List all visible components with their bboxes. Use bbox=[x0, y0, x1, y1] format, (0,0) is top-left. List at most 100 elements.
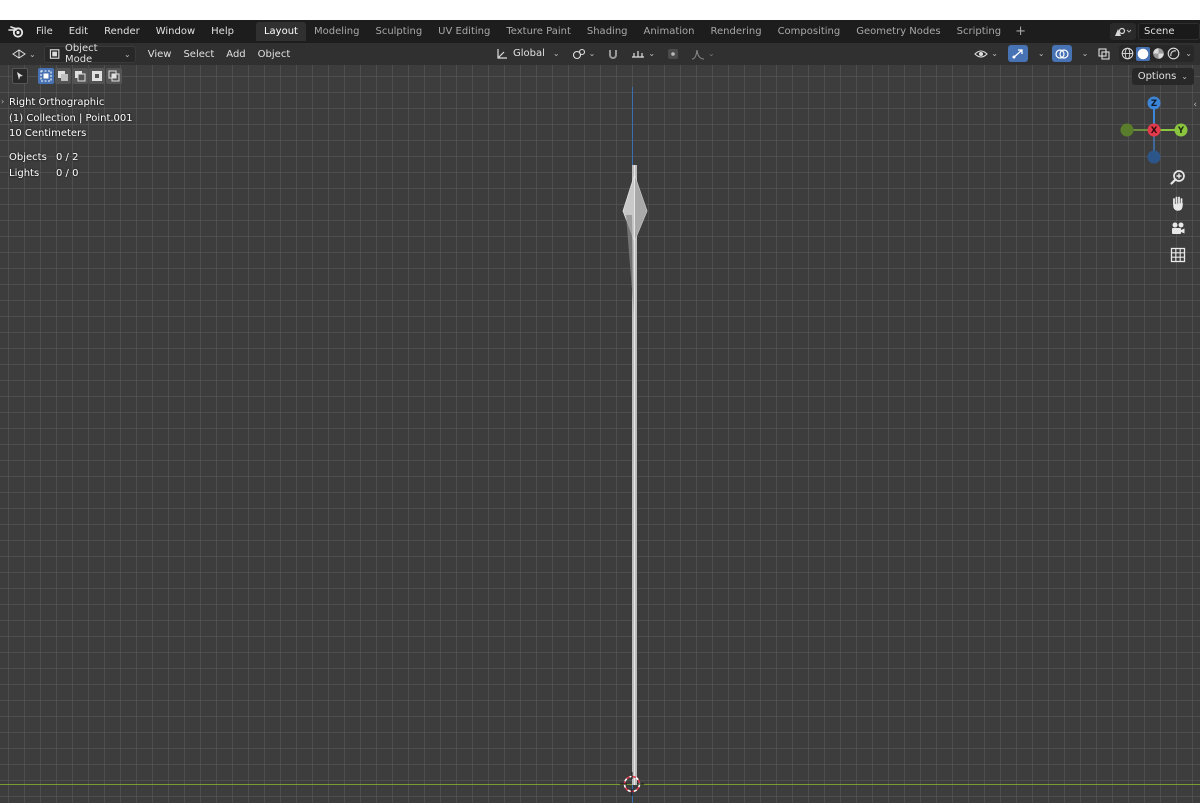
visibility-dropdown[interactable]: ⌄ bbox=[970, 45, 1002, 62]
camera-view-button[interactable] bbox=[1167, 218, 1189, 240]
zoom-button[interactable] bbox=[1167, 166, 1189, 188]
options-label: Options bbox=[1137, 71, 1177, 82]
editor-type-icon bbox=[12, 49, 26, 59]
pivot-icon bbox=[572, 48, 585, 59]
wireframe-shading-icon[interactable] bbox=[1121, 47, 1134, 60]
perspective-toggle-button[interactable] bbox=[1167, 244, 1189, 266]
workspace-tabs: Layout Modeling Sculpting UV Editing Tex… bbox=[255, 20, 1032, 43]
menu-view[interactable]: View bbox=[142, 49, 178, 60]
add-workspace-button[interactable]: + bbox=[1009, 24, 1032, 39]
xray-toggle[interactable] bbox=[1095, 45, 1113, 62]
hand-icon bbox=[1173, 196, 1183, 211]
select-subtract-icon bbox=[75, 71, 86, 82]
select-tool-button[interactable] bbox=[12, 68, 28, 84]
zoom-magnifier-icon bbox=[1170, 170, 1185, 185]
tab-sculpting[interactable]: Sculpting bbox=[367, 22, 430, 41]
menu-select[interactable]: Select bbox=[177, 49, 220, 60]
top-bar: File Edit Render Window Help Layout Mode… bbox=[0, 20, 1200, 43]
snap-increment-icon bbox=[632, 50, 645, 58]
xray-icon bbox=[1098, 47, 1110, 60]
tab-shading[interactable]: Shading bbox=[579, 22, 636, 41]
viewport-scene bbox=[0, 87, 1200, 803]
viewport-info-overlay: Right Orthographic (1) Collection | Poin… bbox=[9, 95, 133, 142]
rendered-shading-icon[interactable] bbox=[1167, 47, 1180, 60]
chevron-down-icon: ⌄ bbox=[648, 49, 656, 58]
scene-selector: Scene bbox=[1110, 20, 1200, 43]
chevron-down-icon: ⌄ bbox=[552, 49, 560, 58]
orientation-label: Global bbox=[513, 48, 545, 59]
snap-target-dropdown[interactable]: ⌄ bbox=[627, 45, 659, 62]
falloff-curve-icon bbox=[691, 49, 705, 60]
mode-dropdown[interactable]: Object Mode ⌄ bbox=[43, 43, 136, 65]
scene-icon[interactable] bbox=[1110, 23, 1136, 40]
select-invert-icon bbox=[92, 71, 102, 81]
chevron-down-icon: ⌄ bbox=[1081, 49, 1089, 58]
proportional-edit-toggle[interactable] bbox=[663, 45, 683, 62]
menu-object[interactable]: Object bbox=[252, 49, 297, 60]
show-gizmo-toggle[interactable] bbox=[1007, 45, 1028, 62]
tab-modeling[interactable]: Modeling bbox=[306, 22, 368, 41]
select-new-mode[interactable] bbox=[38, 68, 54, 84]
pivot-point-button[interactable]: ⌄ bbox=[568, 45, 600, 62]
light-object[interactable] bbox=[622, 165, 648, 785]
gizmo-dropdown[interactable]: ⌄ bbox=[1034, 45, 1046, 62]
menu-render[interactable]: Render bbox=[96, 20, 148, 43]
tab-animation[interactable]: Animation bbox=[636, 22, 703, 41]
shading-mode-group: ⌄ bbox=[1119, 45, 1194, 62]
grid-icon bbox=[1170, 247, 1186, 263]
tool-settings-row: Options ⌄ bbox=[0, 65, 1200, 87]
chevron-down-icon: ⌄ bbox=[991, 49, 998, 58]
chevron-down-icon: ⌄ bbox=[1037, 49, 1045, 58]
tab-layout[interactable]: Layout bbox=[255, 22, 306, 41]
material-preview-icon[interactable] bbox=[1152, 47, 1165, 60]
select-extend-mode[interactable] bbox=[55, 68, 71, 84]
options-dropdown[interactable]: Options ⌄ bbox=[1131, 68, 1194, 85]
editor-type-button[interactable]: ⌄ bbox=[8, 46, 40, 63]
viewport-display-controls: ⌄ ⌄ ⌄ ⌄ bbox=[970, 45, 1194, 62]
menu-edit[interactable]: Edit bbox=[61, 20, 96, 43]
snap-toggle[interactable] bbox=[603, 45, 623, 62]
stat-value: 0 / 2 bbox=[56, 152, 79, 163]
select-subtract-mode[interactable] bbox=[72, 68, 88, 84]
viewport-header: ⌄ Object Mode ⌄ View Select Add Object G… bbox=[0, 43, 1200, 65]
select-intersect-mode[interactable] bbox=[106, 68, 122, 84]
menu-help[interactable]: Help bbox=[203, 20, 242, 43]
navigation-gizmo[interactable]: Z Y X bbox=[1114, 93, 1194, 168]
magnet-icon bbox=[609, 49, 618, 59]
shading-dropdown-chevron-icon[interactable]: ⌄ bbox=[1185, 49, 1192, 58]
tab-scripting[interactable]: Scripting bbox=[949, 22, 1009, 41]
tab-compositing[interactable]: Compositing bbox=[770, 22, 849, 41]
menu-file[interactable]: File bbox=[28, 20, 61, 43]
stat-row-objects: Objects 0 / 2 bbox=[9, 150, 78, 166]
overlays-dropdown[interactable]: ⌄ bbox=[1078, 45, 1090, 62]
stat-label: Objects bbox=[9, 152, 47, 163]
falloff-dropdown[interactable]: ⌄ bbox=[687, 45, 719, 62]
orientation-dropdown[interactable]: Global ⌄ bbox=[492, 45, 564, 62]
viewport-nav-tools bbox=[1167, 166, 1189, 266]
transform-orientation-icon bbox=[497, 48, 507, 59]
stat-label: Lights bbox=[9, 167, 40, 179]
gizmo-icon bbox=[1012, 48, 1023, 58]
view-name: Right Orthographic bbox=[9, 97, 105, 108]
select-invert-mode[interactable] bbox=[89, 68, 105, 84]
blender-logo-icon[interactable] bbox=[4, 20, 28, 43]
active-collection: (1) Collection | Point.001 bbox=[9, 112, 133, 124]
stat-value: 0 / 0 bbox=[56, 167, 79, 179]
select-extend-icon bbox=[58, 71, 68, 81]
cursor-arrow-icon bbox=[17, 72, 23, 80]
select-new-icon bbox=[40, 70, 52, 82]
gizmo-neg-y-handle bbox=[1120, 123, 1134, 137]
tab-uv-editing[interactable]: UV Editing bbox=[430, 22, 498, 41]
solid-shading-icon[interactable] bbox=[1136, 46, 1151, 61]
object-mode-icon bbox=[49, 49, 60, 59]
scene-name-field[interactable]: Scene bbox=[1138, 23, 1200, 40]
tab-texture-paint[interactable]: Texture Paint bbox=[498, 22, 579, 41]
gizmo-x-label: X bbox=[1151, 126, 1158, 136]
toolbar-expand-arrow-icon[interactable]: › bbox=[1, 97, 4, 106]
tab-rendering[interactable]: Rendering bbox=[702, 22, 769, 41]
menu-add[interactable]: Add bbox=[220, 49, 251, 60]
tab-geometry-nodes[interactable]: Geometry Nodes bbox=[848, 22, 948, 41]
show-overlays-toggle[interactable] bbox=[1051, 45, 1072, 62]
pan-button[interactable] bbox=[1167, 192, 1189, 214]
menu-window[interactable]: Window bbox=[148, 20, 203, 43]
